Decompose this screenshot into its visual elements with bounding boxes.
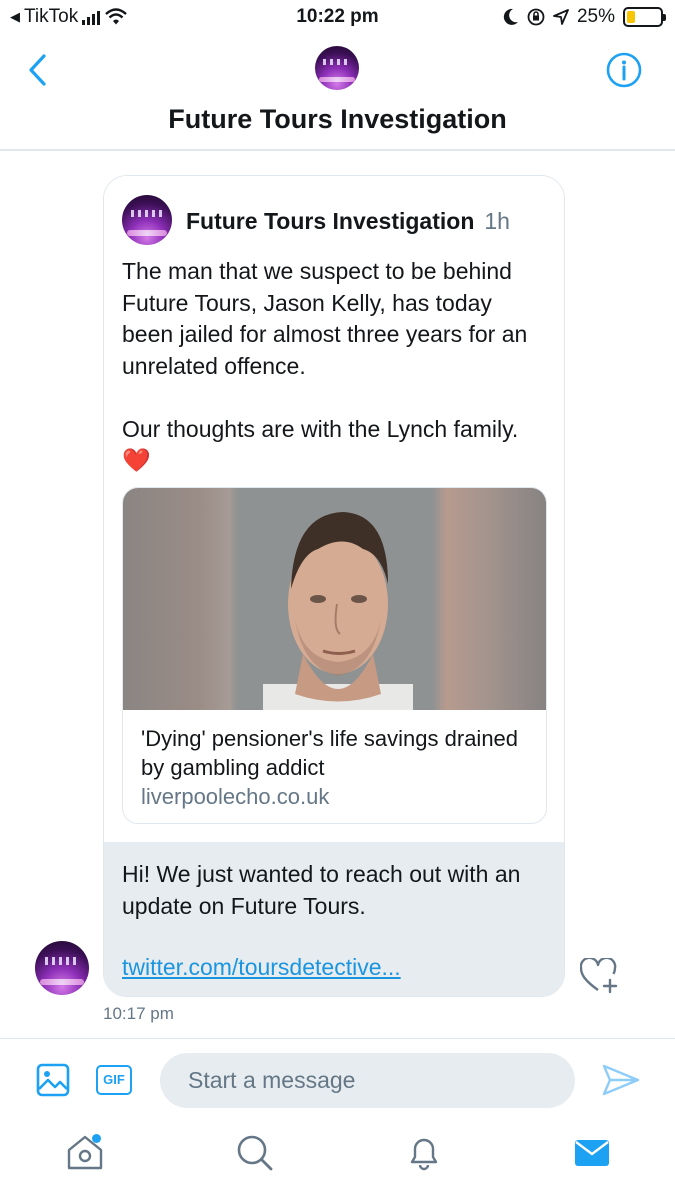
orientation-lock-icon — [527, 8, 545, 26]
tweet-author-name: Future Tours Investigation — [186, 208, 475, 234]
tweet-age: 1h — [484, 208, 510, 234]
tweet-author-avatar[interactable] — [122, 195, 172, 245]
message-composer: GIF Start a message — [0, 1038, 675, 1122]
link-preview-domain: liverpoolecho.co.uk — [141, 784, 330, 809]
message-input[interactable]: Start a message — [160, 1053, 575, 1108]
gif-button[interactable]: GIF — [96, 1065, 132, 1095]
message-bubble[interactable]: Future Tours Investigation 1h The man tha… — [103, 175, 565, 997]
mugshot-photo — [263, 512, 413, 710]
link-preview-image — [123, 488, 546, 710]
location-arrow-icon — [553, 9, 569, 25]
tweet-text: The man that we suspect to be behind Fut… — [122, 256, 542, 477]
bottom-nav — [0, 1122, 675, 1200]
chevron-left-icon[interactable] — [24, 52, 54, 88]
battery-percent: 25% — [576, 6, 615, 27]
conversation-avatar[interactable] — [315, 46, 359, 90]
message-timestamp: 10:17 pm — [103, 1004, 174, 1023]
link-preview-title: 'Dying' pensioner's life savings drained… — [141, 726, 519, 780]
info-icon[interactable] — [605, 51, 643, 89]
message-link[interactable]: twitter.com/toursdetective... — [122, 954, 401, 981]
home-notification-dot — [92, 1134, 101, 1143]
moon-icon — [503, 8, 518, 25]
tweet-author-line: Future Tours Investigation 1h — [186, 208, 510, 235]
embedded-tweet[interactable]: Future Tours Investigation 1h The man tha… — [104, 176, 564, 842]
heart-emoji: ❤️ — [122, 447, 151, 473]
message-text-area: Hi! We just wanted to reach out with an … — [104, 842, 564, 996]
sender-avatar[interactable] — [35, 941, 89, 995]
image-icon[interactable] — [36, 1063, 70, 1097]
battery-icon — [623, 7, 666, 27]
link-preview-card[interactable]: 'Dying' pensioner's life savings drained… — [122, 487, 547, 824]
search-icon[interactable] — [234, 1132, 274, 1172]
conversation-header: Future Tours Investigation — [0, 34, 675, 151]
heart-plus-icon[interactable] — [580, 958, 620, 994]
mail-icon[interactable] — [572, 1132, 612, 1172]
bell-icon[interactable] — [404, 1132, 444, 1172]
tweet-body: The man that we suspect to be behind Fut… — [122, 258, 528, 442]
status-bar: ◀ TikTok 10:22 pm 25% — [0, 0, 675, 34]
message-text: Hi! We just wanted to reach out with an … — [122, 861, 521, 919]
send-icon[interactable] — [602, 1063, 640, 1097]
conversation-title: Future Tours Investigation — [168, 104, 507, 134]
